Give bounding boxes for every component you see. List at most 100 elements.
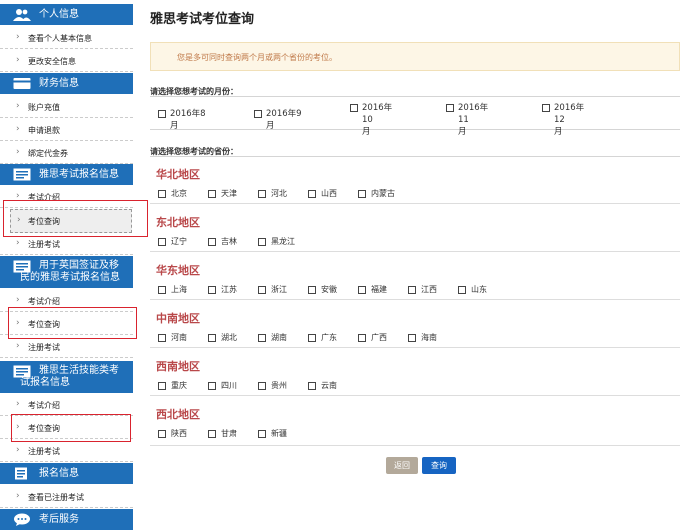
province-option[interactable]: 天津 [208,188,237,199]
back-button[interactable]: 返回 [386,457,418,474]
checkbox[interactable] [208,381,216,390]
checkbox[interactable] [158,285,166,294]
checkbox[interactable] [308,333,316,342]
highlight-box [8,307,137,339]
checkbox[interactable] [158,237,166,246]
province-option[interactable]: 河北 [258,188,287,199]
checkbox[interactable] [208,237,216,246]
chevron-right-icon: › [16,238,20,248]
sidebar-item-voucher[interactable]: › 绑定代金券 [0,142,133,164]
region-title: 西南地区 [156,360,200,373]
province-option[interactable]: 北京 [158,188,187,199]
sidebar-header-post-exam-service[interactable]: 考后服务 [0,509,133,530]
province-option[interactable]: 江西 [408,284,437,295]
sidebar-item-view-registered-exams[interactable]: › 查看已注册考试 [0,486,133,508]
checkbox[interactable] [458,285,466,294]
province-option[interactable]: 山西 [308,188,337,199]
checkbox[interactable] [308,189,316,198]
form-icon [13,168,31,181]
checkbox[interactable] [254,110,262,118]
checkbox[interactable] [158,381,166,390]
province-option[interactable]: 甘肃 [208,428,237,439]
sidebar-item-change-security[interactable]: › 更改安全信息 [0,50,133,72]
region-title: 西北地区 [156,408,200,421]
checkbox[interactable] [358,285,366,294]
checkbox[interactable] [258,237,266,246]
card-icon [13,78,31,89]
checkbox[interactable] [358,189,366,198]
province-option[interactable]: 贵州 [258,380,287,391]
province-option[interactable]: 辽宁 [158,236,187,247]
province-option[interactable]: 广东 [308,332,337,343]
province-option[interactable]: 安徽 [308,284,337,295]
sidebar-header-life-skills-registration[interactable]: 雅思生活技能类考 试报名信息 [0,361,133,393]
checkbox[interactable] [408,285,416,294]
checkbox[interactable] [258,333,266,342]
sidebar-header-finance[interactable]: 财务信息 [0,73,133,94]
province-option[interactable]: 湖北 [208,332,237,343]
list-icon [15,467,27,480]
checkbox[interactable] [358,333,366,342]
sidebar-header-personal-info[interactable]: 个人信息 [0,4,133,25]
region-northeast: 东北地区 辽宁 吉林 黑龙江 [150,214,680,252]
checkbox[interactable] [542,104,550,112]
checkbox[interactable] [258,285,266,294]
province-option[interactable]: 重庆 [158,380,187,391]
chevron-right-icon: › [16,32,20,42]
region-title: 华东地区 [156,264,200,277]
province-option[interactable]: 吉林 [208,236,237,247]
province-option[interactable]: 内蒙古 [358,188,395,199]
province-option[interactable]: 江苏 [208,284,237,295]
query-button[interactable]: 查询 [422,457,456,474]
chevron-right-icon: › [16,399,20,409]
province-option[interactable]: 四川 [208,380,237,391]
sidebar-item-recharge[interactable]: › 账户充值 [0,96,133,118]
checkbox[interactable] [208,285,216,294]
sidebar-item-ukvi-register[interactable]: › 注册考试 [0,336,133,358]
province-option[interactable]: 海南 [408,332,437,343]
checkbox[interactable] [258,189,266,198]
chevron-right-icon: › [16,101,20,111]
sidebar-item-life-skills-register[interactable]: › 注册考试 [0,440,133,462]
sidebar-item-view-basic-info[interactable]: › 查看个人基本信息 [0,27,133,49]
user-icon [13,9,31,21]
region-central-south: 中南地区 河南 湖北 湖南 广东 广西 海南 [150,310,680,348]
region-north-china: 华北地区 北京 天津 河北 山西 内蒙古 [150,166,680,204]
province-option[interactable]: 湖南 [258,332,287,343]
province-option[interactable]: 广西 [358,332,387,343]
checkbox[interactable] [446,104,454,112]
checkbox[interactable] [158,333,166,342]
sidebar-item-refund[interactable]: › 申请退款 [0,119,133,141]
chevron-right-icon: › [16,147,20,157]
sidebar-item-life-skills-exam-intro[interactable]: › 考试介绍 [0,394,133,416]
checkbox[interactable] [208,333,216,342]
sidebar-header-ielts-registration[interactable]: 雅思考试报名信息 [0,164,133,185]
checkbox[interactable] [208,189,216,198]
notice-banner: 您是多可同时查询两个月或两个省份的考位。 [150,42,680,71]
province-option[interactable]: 云南 [308,380,337,391]
checkbox[interactable] [258,381,266,390]
notice-text: 您是多可同时查询两个月或两个省份的考位。 [177,53,337,62]
province-option[interactable]: 上海 [158,284,187,295]
region-title: 东北地区 [156,216,200,229]
province-option[interactable]: 浙江 [258,284,287,295]
region-northwest: 西北地区 陕西 甘肃 新疆 [150,406,680,446]
checkbox[interactable] [258,429,266,438]
province-option[interactable]: 山东 [458,284,487,295]
checkbox[interactable] [350,104,358,112]
checkbox[interactable] [308,285,316,294]
sidebar-header-ukvi-registration[interactable]: 用于英国签证及移 民的雅思考试报名信息 [0,256,133,288]
page-title: 雅思考试考位查询 [150,12,255,27]
province-option[interactable]: 黑龙江 [258,236,295,247]
checkbox[interactable] [408,333,416,342]
province-option[interactable]: 福建 [358,284,387,295]
checkbox[interactable] [158,429,166,438]
province-option[interactable]: 河南 [158,332,187,343]
sidebar-header-registration-info[interactable]: 报名信息 [0,463,133,484]
checkbox[interactable] [158,189,166,198]
checkbox[interactable] [308,381,316,390]
province-option[interactable]: 新疆 [258,428,287,439]
province-option[interactable]: 陕西 [158,428,187,439]
checkbox[interactable] [208,429,216,438]
checkbox[interactable] [158,110,166,118]
